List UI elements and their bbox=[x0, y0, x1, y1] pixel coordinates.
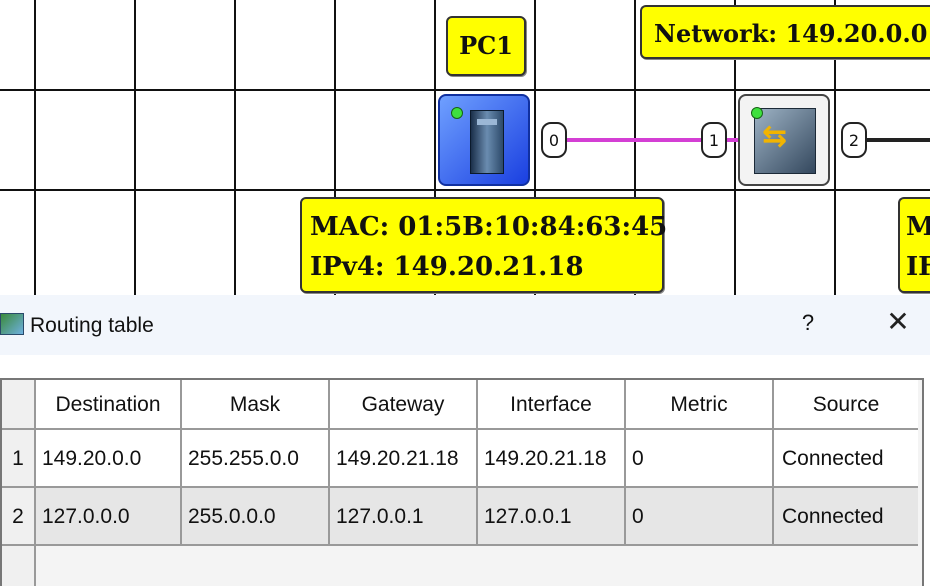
column-header-gateway[interactable]: Gateway bbox=[330, 380, 478, 430]
column-header-destination[interactable]: Destination bbox=[36, 380, 182, 430]
computer-tower-icon bbox=[470, 110, 504, 174]
mac-address-text: MAC: 01:5B:10:84:63:45 bbox=[310, 212, 668, 242]
row-number-empty bbox=[2, 546, 36, 586]
pc-status-led bbox=[451, 107, 463, 119]
cell-metric[interactable]: 0 bbox=[626, 430, 774, 488]
network-label[interactable]: Network: 149.20.0.0 bbox=[640, 5, 930, 59]
cell-interface[interactable]: 149.20.21.18 bbox=[478, 430, 626, 488]
grid-line bbox=[134, 0, 136, 295]
pc-router-link[interactable] bbox=[567, 138, 701, 142]
cell-gateway[interactable]: 127.0.0.1 bbox=[330, 488, 478, 546]
routing-arrows-icon: ⇆ bbox=[762, 119, 788, 154]
cell-metric[interactable]: 0 bbox=[626, 488, 774, 546]
router-network-link[interactable] bbox=[867, 138, 930, 142]
routing-table-dialog: Routing table ? ✕ Destination Mask Gatew… bbox=[0, 295, 930, 586]
routing-table: Destination Mask Gateway Interface Metri… bbox=[0, 378, 924, 586]
grid-line bbox=[0, 89, 930, 91]
help-button[interactable]: ? bbox=[790, 305, 826, 341]
pc-name-label[interactable]: PC1 bbox=[446, 16, 526, 76]
column-header-mask[interactable]: Mask bbox=[182, 380, 330, 430]
cell-mask[interactable]: 255.0.0.0 bbox=[182, 488, 330, 546]
cell-destination[interactable]: 149.20.0.0 bbox=[36, 430, 182, 488]
grid-line bbox=[0, 189, 930, 191]
column-header-metric[interactable]: Metric bbox=[626, 380, 774, 430]
cell-source[interactable]: Connected bbox=[774, 430, 918, 488]
router-status-led bbox=[751, 107, 763, 119]
cell-gateway[interactable]: 149.20.21.18 bbox=[330, 430, 478, 488]
table-row[interactable]: 1 149.20.0.0 255.255.0.0 149.20.21.18 14… bbox=[2, 430, 922, 488]
column-header-interface[interactable]: Interface bbox=[478, 380, 626, 430]
table-empty-space bbox=[36, 546, 922, 586]
router-ip-partial-text: IF bbox=[906, 252, 930, 282]
router-address-label[interactable]: M IF bbox=[898, 197, 930, 293]
grid-line bbox=[234, 0, 236, 295]
table-row[interactable]: 2 127.0.0.0 255.0.0.0 127.0.0.1 127.0.0.… bbox=[2, 488, 922, 546]
table-empty-area bbox=[2, 546, 922, 586]
dialog-titlebar[interactable]: Routing table ? ✕ bbox=[0, 295, 930, 355]
network-canvas[interactable]: PC1 Network: 149.20.0.0 ⇆ 0 1 2 MAC: 01:… bbox=[0, 0, 930, 295]
table-header-row: Destination Mask Gateway Interface Metri… bbox=[2, 380, 922, 430]
cell-destination[interactable]: 127.0.0.0 bbox=[36, 488, 182, 546]
column-header-source[interactable]: Source bbox=[774, 380, 918, 430]
cell-interface[interactable]: 127.0.0.1 bbox=[478, 488, 626, 546]
grid-line bbox=[34, 0, 36, 295]
ipv4-address-text: IPv4: 149.20.21.18 bbox=[310, 252, 584, 282]
dialog-title: Routing table bbox=[30, 314, 154, 337]
router-mac-partial-text: M bbox=[906, 207, 930, 247]
port-1[interactable]: 1 bbox=[701, 122, 727, 158]
cell-source[interactable]: Connected bbox=[774, 488, 918, 546]
pc-address-label[interactable]: MAC: 01:5B:10:84:63:45 IPv4: 149.20.21.1… bbox=[300, 197, 668, 293]
pc-router-link-end bbox=[727, 138, 738, 142]
row-number[interactable]: 2 bbox=[2, 488, 36, 546]
cell-mask[interactable]: 255.255.0.0 bbox=[182, 430, 330, 488]
table-corner-cell[interactable] bbox=[2, 380, 36, 430]
port-0[interactable]: 0 bbox=[541, 122, 567, 158]
routing-table-app-icon bbox=[0, 313, 24, 335]
port-2[interactable]: 2 bbox=[841, 122, 867, 158]
close-button[interactable]: ✕ bbox=[878, 305, 918, 341]
row-number[interactable]: 1 bbox=[2, 430, 36, 488]
